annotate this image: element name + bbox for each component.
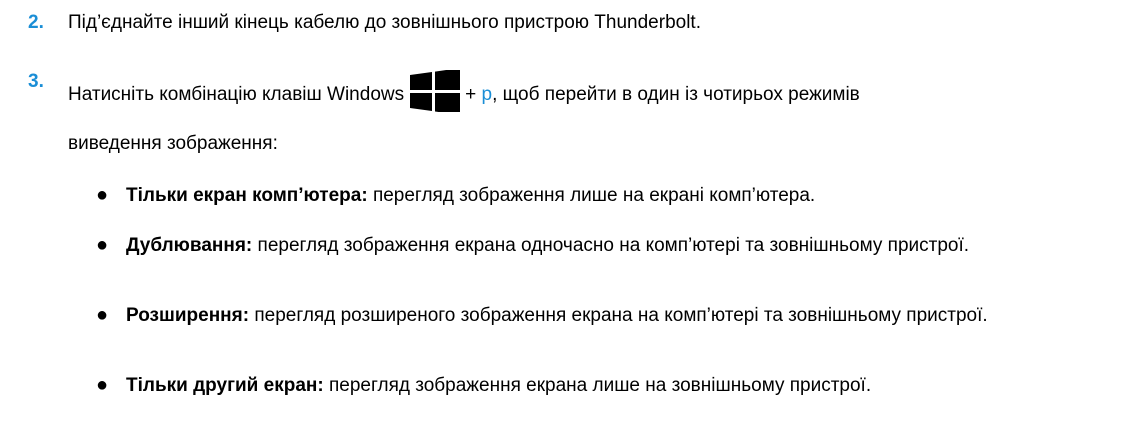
bullet-icon: ● bbox=[96, 184, 109, 206]
list-item-text: Дублювання: перегляд зображення екрана о… bbox=[126, 234, 1136, 258]
step-text: Під’єднайте інший кінець кабелю до зовні… bbox=[68, 12, 701, 33]
list-item-text: Тільки другий екран: перегляд зображення… bbox=[126, 374, 1136, 398]
mode-term: Тільки екран комп’ютера: bbox=[126, 185, 368, 206]
list-item-text: Розширення: перегляд розширеного зображе… bbox=[126, 304, 1136, 328]
step-text: Натисніть комбінацію клавіш Windows + p,… bbox=[68, 70, 860, 112]
key-p: p bbox=[481, 84, 493, 105]
step-number: 2. bbox=[28, 12, 44, 33]
list-item-text: Тільки екран комп’ютера: перегляд зображ… bbox=[126, 184, 1136, 208]
mode-desc: перегляд зображення екрана лише на зовні… bbox=[328, 375, 872, 396]
mode-desc: перегляд зображення екрана одночасно на … bbox=[257, 235, 970, 256]
step-number: 3. bbox=[28, 71, 44, 92]
bullet-icon: ● bbox=[96, 234, 109, 256]
bullet-icon: ● bbox=[96, 374, 109, 396]
windows-logo-icon bbox=[410, 70, 461, 112]
step-3-continuation: виведення зображення: bbox=[68, 133, 278, 154]
bullet-icon: ● bbox=[96, 304, 109, 326]
mode-term: Розширення: bbox=[126, 305, 250, 326]
step-text-after: , щоб перейти в один із чотирьох режимів bbox=[492, 84, 860, 105]
step-3: 3. Натисніть комбінацію клавіш Windows +… bbox=[28, 70, 1128, 114]
mode-term: Тільки другий екран: bbox=[126, 375, 324, 396]
step-text-before: Натисніть комбінацію клавіш Windows bbox=[68, 84, 405, 105]
mode-desc: перегляд розширеного зображення екрана н… bbox=[254, 305, 988, 326]
mode-desc: перегляд зображення лише на екрані комп’… bbox=[372, 185, 816, 206]
mode-term: Дублювання: bbox=[126, 235, 253, 256]
plus-sign: + bbox=[465, 84, 477, 105]
